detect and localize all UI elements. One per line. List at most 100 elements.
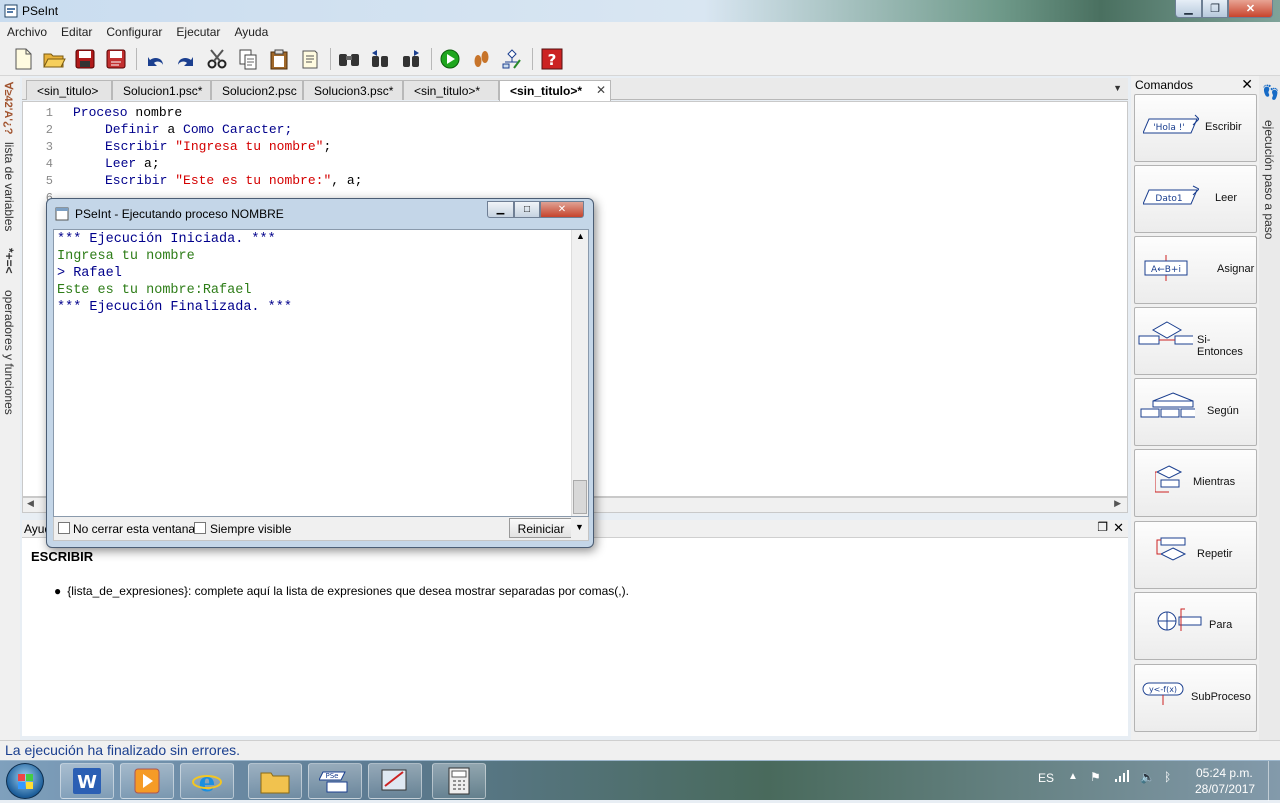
tab-operadores-y-funciones[interactable]: operadores y funciones [2, 290, 16, 415]
paste-button[interactable] [267, 46, 291, 72]
open-folder-icon [43, 53, 66, 68]
volume-icon[interactable]: 🔈 [1140, 770, 1155, 784]
tab-close-icon[interactable]: ✕ [596, 83, 606, 97]
tab-ejecucion-paso-a-paso[interactable]: ejecución paso a paso [1262, 120, 1276, 239]
variables-tab-glyphs[interactable]: ∀≥42'A'¿? [2, 82, 15, 134]
tab-sin-titulo-2[interactable]: <sin_titulo>* [403, 80, 499, 100]
minimize-button[interactable]: ▁ [1175, 0, 1202, 18]
tabs-dropdown-icon[interactable]: ▼ [1113, 83, 1122, 93]
cmd-si-entonces[interactable]: Si-Entonces [1134, 307, 1257, 375]
undo-button[interactable] [143, 46, 167, 72]
help-maximize-icon[interactable]: ❐ [1097, 520, 1108, 534]
minimize-icon: ▁ [1184, 3, 1193, 15]
show-hidden-icons-icon[interactable]: ▲ [1068, 771, 1078, 782]
step-icon [474, 51, 489, 67]
clock-time[interactable]: 05:24 p.m. [1196, 766, 1253, 780]
taskbar-media-player[interactable] [120, 763, 174, 799]
taskbar-calculator[interactable] [432, 763, 486, 799]
console-vertical-scrollbar[interactable]: ▲ [571, 230, 588, 516]
taskbar-word[interactable]: W [60, 763, 114, 799]
tab-sin-titulo[interactable]: <sin_titulo> [26, 80, 112, 100]
cmd-escribir[interactable]: 'Hola !' Escribir [1134, 94, 1257, 162]
line-number: 4 [45, 157, 53, 171]
help-heading: ESCRIBIR [31, 549, 94, 564]
diagram-button[interactable] [500, 46, 524, 72]
menu-editar[interactable]: Editar [54, 25, 99, 39]
redo-button[interactable] [174, 46, 198, 72]
console-scroll-thumb[interactable] [573, 480, 587, 514]
cmd-leer[interactable]: Dato1 Leer [1134, 165, 1257, 233]
taskbar-file-explorer[interactable] [248, 763, 302, 799]
tab-solucion2[interactable]: Solucion2.psc [211, 80, 303, 100]
close-button[interactable]: ✕ [1228, 0, 1273, 18]
line-number: 2 [45, 123, 53, 137]
save-button[interactable] [73, 46, 97, 72]
cut-button[interactable] [205, 46, 229, 72]
dialog-minimize-button[interactable]: ▁ [487, 201, 514, 218]
taskbar-pseint-run[interactable] [368, 763, 422, 799]
find-previous-button[interactable] [368, 46, 392, 72]
open-button[interactable] [42, 46, 66, 72]
find-next-button[interactable] [399, 46, 423, 72]
tab-solucion1[interactable]: Solucion1.psc* [112, 80, 211, 100]
menu-ejecutar[interactable]: Ejecutar [169, 25, 227, 39]
cmd-para[interactable]: Para [1134, 592, 1257, 660]
redo-icon [178, 57, 193, 66]
maximize-button[interactable]: ❐ [1202, 0, 1228, 18]
svg-text:?: ? [548, 51, 557, 69]
taskbar-pseint[interactable]: PSe [308, 763, 362, 799]
copy-button[interactable] [236, 46, 260, 72]
bluetooth-icon[interactable]: ᛒ [1164, 770, 1171, 784]
no-cerrar-label: No cerrar esta ventana [73, 522, 196, 536]
help-button[interactable]: ? [540, 46, 564, 72]
menu-ayuda[interactable]: Ayuda [227, 25, 275, 39]
reiniciar-button[interactable]: Reiniciar [509, 518, 573, 538]
editor-tabbar: <sin_titulo> Solucion1.psc* Solucion2.ps… [22, 78, 1128, 101]
help-panel: ESCRIBIR ● {lista_de_expresiones}: comple… [22, 538, 1128, 736]
clock-date[interactable]: 28/07/2017 [1195, 782, 1255, 796]
scroll-down-icon[interactable]: ▼ [571, 517, 588, 539]
new-file-button[interactable] [11, 46, 35, 72]
start-orb-icon[interactable] [6, 763, 44, 799]
console-output[interactable]: *** Ejecución Iniciada. *** Ingresa tu n… [53, 229, 589, 517]
cmd-segun[interactable]: Según [1134, 378, 1257, 446]
menu-archivo[interactable]: Archivo [0, 25, 54, 39]
left-side-panel: ∀≥42'A'¿? lista de variables *+=< operad… [0, 76, 20, 740]
help-close-icon[interactable]: ✕ [1113, 520, 1124, 536]
no-cerrar-checkbox[interactable] [58, 522, 70, 534]
find-button[interactable] [337, 46, 361, 72]
tab-solucion3[interactable]: Solucion3.psc* [303, 80, 403, 100]
operators-tab-glyphs[interactable]: *+=< [2, 248, 16, 274]
right-side-panel: 👣 ejecución paso a paso [1259, 76, 1280, 740]
network-signal-icon[interactable] [1114, 769, 1130, 786]
scroll-left-icon[interactable]: ◀ [27, 498, 34, 509]
cmd-subproceso[interactable]: y<-f(x) SubProceso [1134, 664, 1257, 732]
para-icon [1157, 608, 1202, 631]
undo-icon [148, 57, 163, 66]
menu-configurar[interactable]: Configurar [99, 25, 169, 39]
cmd-asignar[interactable]: A←B+i Asignar [1134, 236, 1257, 304]
cmd-para-label: Para [1209, 619, 1233, 631]
language-indicator[interactable]: ES [1038, 771, 1054, 785]
edit-button[interactable] [298, 46, 322, 72]
step-button[interactable] [469, 46, 493, 72]
tab-lista-de-variables[interactable]: lista de variables [2, 142, 16, 231]
dialog-close-button[interactable]: ✕ [540, 201, 584, 218]
commands-close-icon[interactable]: ✕ [1241, 76, 1253, 93]
code-line: Escribir "Este es tu nombre:", a; [105, 173, 362, 188]
cmd-repetir[interactable]: Repetir [1134, 521, 1257, 589]
scroll-up-icon[interactable]: ▲ [576, 231, 585, 241]
save-as-button[interactable] [104, 46, 128, 72]
scroll-right-icon[interactable]: ▶ [1114, 498, 1121, 509]
code-string: "Este es tu nombre:" [167, 173, 332, 188]
siempre-visible-checkbox[interactable] [194, 522, 206, 534]
commands-title: Comandos [1135, 78, 1194, 92]
dialog-maximize-button[interactable]: □ [514, 201, 540, 218]
taskbar-internet-explorer[interactable]: e [180, 763, 234, 799]
asignar-icon: A←B+i [1144, 255, 1188, 281]
cmd-mientras[interactable]: Mientras [1134, 449, 1257, 517]
tab-sin-titulo-active[interactable]: <sin_titulo>* ✕ [499, 80, 611, 101]
run-button[interactable] [438, 46, 462, 72]
show-desktop-button[interactable] [1268, 761, 1280, 801]
action-center-icon[interactable]: ⚑ [1090, 770, 1101, 784]
